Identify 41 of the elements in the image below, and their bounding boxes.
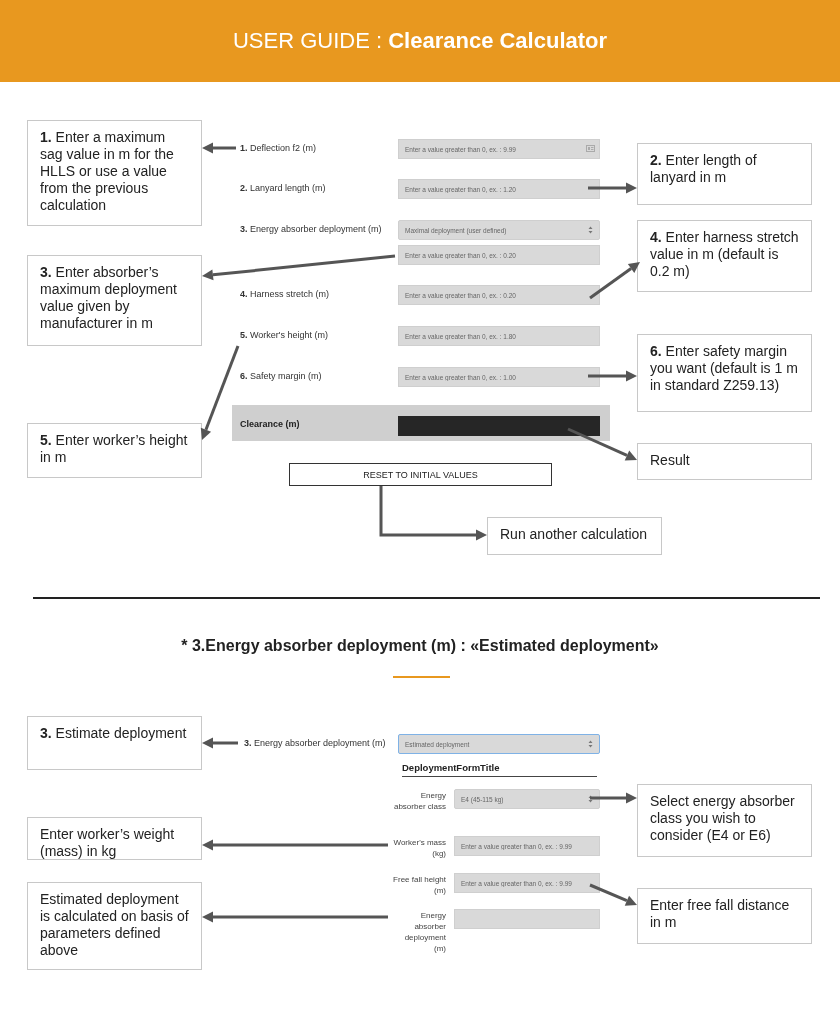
callout-box: 6. Enter safety margin you want (default is 1 m in standard Z259.13) [637,334,812,412]
field-label: Free fall height (m) [392,874,446,896]
reset-button[interactable]: RESET TO INITIAL VALUES [289,463,552,486]
callout-box: 2. Enter length of lanyard in m [637,143,812,205]
callout-box: 3. Estimate deployment [27,716,202,770]
callout-box: Estimated deployment is calculated on basis of parameters defined above [27,882,202,970]
field-label: 3. Energy absorber deployment (m) [240,224,382,234]
updown-icon [588,226,593,234]
callout-box: Select energy absorber class you wish to consider (E4 or E6) [637,784,812,857]
result-label: Clearance (m) [240,419,300,429]
updown-icon [588,795,593,803]
field-label: Energy absorber class [392,790,446,812]
arrow [589,262,640,300]
arrow [567,427,637,461]
arrow [202,142,236,154]
field-label: 2. Lanyard length (m) [240,183,326,193]
callout-box: Result [637,443,812,480]
callout-box: 1. Enter a maximum sag value in m for the HLLS or use a value from the previous calculation [27,120,202,226]
callout-box: Enter worker’s weight (mass) in kg [27,817,202,860]
page-title: USER GUIDE : Clearance Calculator [232,28,608,54]
field-label: 6. Safety margin (m) [240,371,322,381]
arrow [589,883,637,906]
updown-icon [588,740,593,748]
arrow [202,737,238,749]
section-heading: * 3.Energy absorber deployment (m) : «Estimated deployment» [180,637,660,655]
field-label: Worker's mass (kg) [392,837,446,859]
callout-box: Run another calculation [487,517,662,555]
callout-box: 3. Enter absorber’s maximum deployment value given by manufacturer in m [27,255,202,346]
field-label: 3. Energy absorber deployment (m) [244,738,386,748]
field-label: 5. Worker's height (m) [240,330,329,340]
form-title: DeploymentFormTitle [402,762,597,777]
card-icon [586,145,595,152]
callout-box: Enter free fall distance in m [637,888,812,944]
callout-box: 5. Enter worker’s height in m [27,423,202,478]
arrow [590,792,637,804]
arrow [588,370,637,382]
field-label: 4. Harness stretch (m) [240,289,330,299]
arrow [588,182,637,194]
field-label: 1. Deflection f2 (m) [240,143,317,153]
field-label: Energy absorber deployment (m) [403,910,446,954]
callout-box: 4. Enter harness stretch value in m (default is 0.2 m) [637,220,812,292]
